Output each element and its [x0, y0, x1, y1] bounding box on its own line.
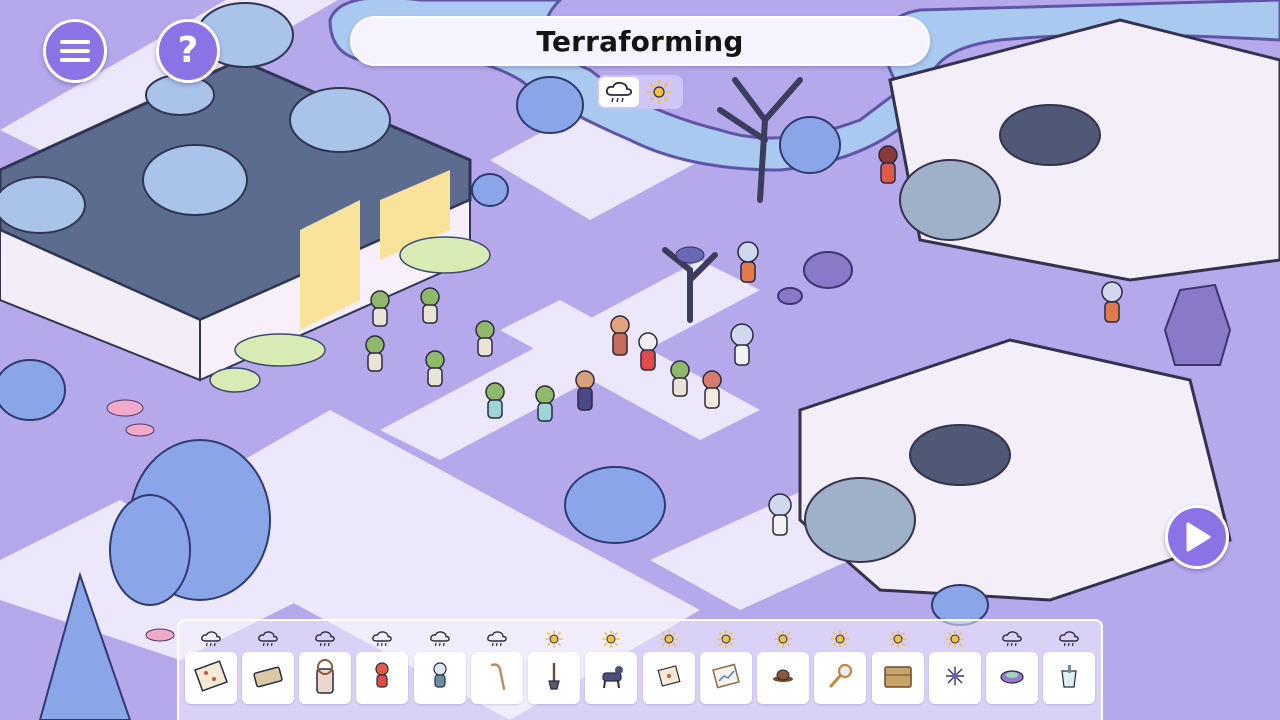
cloud-rain-icon — [429, 626, 451, 652]
tray-slot[interactable] — [927, 626, 982, 720]
sun-icon — [715, 626, 737, 652]
weather-option-sunny[interactable] — [639, 77, 679, 107]
tray-slot[interactable] — [698, 626, 753, 720]
ship-wheel-door-icon — [306, 657, 344, 699]
tray-slot[interactable] — [641, 626, 696, 720]
tray-slot[interactable] — [584, 626, 639, 720]
blue-astronaut-icon — [421, 657, 459, 699]
cane-icon — [478, 657, 516, 699]
next-button[interactable] — [1165, 505, 1229, 569]
cloud-rain-icon — [257, 626, 279, 652]
tray-slot[interactable] — [412, 626, 467, 720]
hidden-items-tray — [177, 619, 1103, 720]
tray-item-button[interactable] — [470, 652, 523, 704]
red-astronaut-icon — [363, 657, 401, 699]
tray-slot[interactable] — [298, 626, 353, 720]
weather-option-cloudy[interactable] — [599, 77, 639, 107]
sea-urchin-icon — [936, 657, 974, 699]
tray-slot[interactable] — [756, 626, 811, 720]
cloud-rain-icon — [371, 626, 393, 652]
sun-icon — [887, 626, 909, 652]
tray-slot[interactable] — [469, 626, 524, 720]
cloud-rain-icon — [1058, 626, 1080, 652]
tray-item-button[interactable] — [528, 652, 581, 704]
question-mark-icon: ? — [177, 30, 199, 71]
sun-icon — [600, 626, 622, 652]
play-arrow-icon — [1186, 522, 1211, 552]
tray-slot[interactable] — [355, 626, 410, 720]
robot-dog-icon — [592, 657, 630, 699]
tray-slot[interactable] — [240, 626, 295, 720]
tray-item-button[interactable] — [928, 652, 981, 704]
hat-icon — [764, 657, 802, 699]
tray-item-button[interactable] — [699, 652, 752, 704]
tray-item-button[interactable] — [413, 652, 466, 704]
sun-icon — [772, 626, 794, 652]
tray-item-button[interactable] — [757, 652, 810, 704]
tray-item-button[interactable] — [814, 652, 867, 704]
tray-icon — [249, 657, 287, 699]
shovel-icon — [535, 657, 573, 699]
chart-frame-icon — [707, 657, 745, 699]
tray-slot[interactable] — [1042, 626, 1097, 720]
level-title: Terraforming — [536, 24, 744, 58]
tray-slot[interactable] — [527, 626, 582, 720]
tray-slot[interactable] — [870, 626, 925, 720]
basket-icon — [879, 657, 917, 699]
chair-pattern-icon — [192, 657, 230, 699]
tray-item-button[interactable] — [356, 652, 409, 704]
bowl-icon — [993, 657, 1031, 699]
menu-button[interactable] — [43, 19, 107, 83]
sun-icon — [658, 626, 680, 652]
tray-slot[interactable] — [813, 626, 868, 720]
magnifier-icon — [821, 657, 859, 699]
tray-item-button[interactable] — [585, 652, 638, 704]
hamburger-icon — [60, 40, 90, 62]
tray-item-button[interactable] — [986, 652, 1039, 704]
level-title-bar: Terraforming — [350, 16, 930, 66]
sun-icon — [543, 626, 565, 652]
tray-slot[interactable] — [183, 626, 238, 720]
cloud-rain-icon — [200, 626, 222, 652]
help-button[interactable]: ? — [156, 19, 220, 83]
cloud-rain-icon — [486, 626, 508, 652]
tray-item-button[interactable] — [642, 652, 695, 704]
cloud-rain-icon — [314, 626, 336, 652]
cup-icon — [1050, 657, 1088, 699]
cloud-rain-icon — [605, 81, 633, 103]
tray-item-button[interactable] — [1043, 652, 1096, 704]
sun-icon — [829, 626, 851, 652]
tray-item-button[interactable] — [299, 652, 352, 704]
tray-item-button[interactable] — [241, 652, 294, 704]
sun-icon — [944, 626, 966, 652]
cloud-rain-icon — [1001, 626, 1023, 652]
weather-toggle[interactable] — [597, 75, 683, 109]
tray-slot[interactable] — [985, 626, 1040, 720]
tray-item-button[interactable] — [184, 652, 237, 704]
sun-icon — [647, 80, 671, 104]
note-card-icon — [650, 657, 688, 699]
tray-item-button[interactable] — [871, 652, 924, 704]
